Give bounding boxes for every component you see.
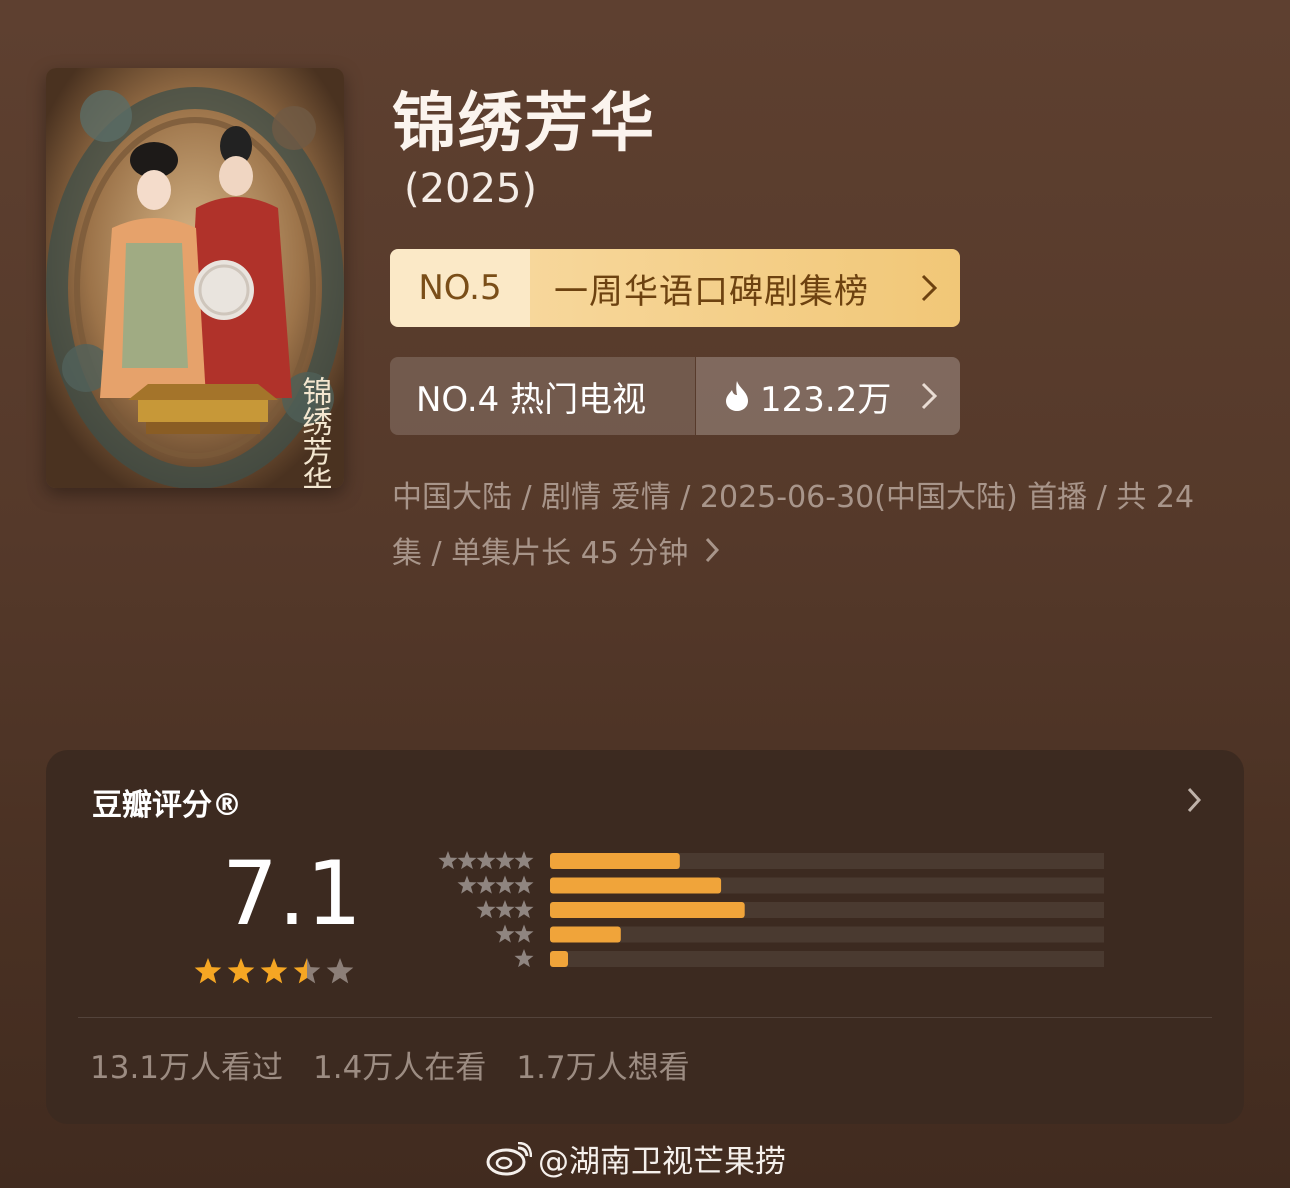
rating-row-5-star [438, 851, 1140, 870]
distribution-star-icon [495, 900, 515, 919]
hot-rank-label: NO.4 热门电视 [390, 357, 695, 435]
rating-title: 豆瓣评分® [92, 788, 242, 823]
rating-row-2-star [495, 924, 1140, 943]
distribution-star-icon [495, 851, 515, 870]
chevron-right-icon [920, 381, 938, 411]
divider [78, 1017, 1212, 1018]
audience-stats: 13.1万人看过 1.4万人在看 1.7万人想看 [90, 1042, 690, 1087]
watermark: @湖南卫视芒果捞 [486, 1136, 786, 1181]
weibo-logo-icon [486, 1141, 532, 1176]
rating-star-icon [260, 958, 288, 984]
distribution-star-icon [438, 851, 458, 870]
rating-row-1-star [514, 949, 1140, 968]
show-meta-info[interactable]: 中国大陆 / 剧情 爱情 / 2025-06-30(中国大陆) 首播 / 共 2… [392, 470, 1222, 583]
rating-star-icon [293, 958, 321, 984]
distribution-star-icon [514, 900, 534, 919]
distribution-bar [550, 902, 745, 918]
show-title: 锦绣芳华 [392, 87, 656, 161]
average-stars [194, 955, 364, 993]
distribution-star-icon [476, 851, 496, 870]
watermark-text: @湖南卫视芒果捞 [538, 1144, 786, 1180]
chevron-right-icon [920, 273, 938, 303]
rating-distribution [384, 850, 1140, 1004]
watching-count: 1.4万人在看 [313, 1050, 487, 1086]
distribution-bar [550, 951, 568, 967]
weekly-chart-rank-badge[interactable]: NO.5 一周华语口碑剧集榜 [390, 249, 960, 327]
want-count: 1.7万人想看 [516, 1050, 690, 1086]
distribution-star-icon [495, 875, 515, 894]
distribution-star-icon [476, 900, 496, 919]
watched-count: 13.1万人看过 [90, 1050, 284, 1086]
poster-title-text: 锦绣芳华 [297, 376, 333, 488]
distribution-star-icon [457, 875, 477, 894]
meta-text: 中国大陆 / 剧情 爱情 / 2025-06-30(中国大陆) 首播 / 共 2… [392, 480, 1195, 571]
distribution-bar-track [550, 926, 1140, 943]
rating-star-icon [194, 958, 222, 984]
distribution-bar [550, 853, 680, 869]
rating-row-4-star [457, 875, 1140, 894]
distribution-star-icon [495, 924, 515, 943]
poster-illustration: 锦绣芳华 [46, 68, 344, 488]
heat-value: 123.2万 [760, 379, 892, 420]
rank-number: NO.5 [390, 249, 530, 327]
chevron-right-icon[interactable] [1186, 786, 1202, 818]
poster-image[interactable]: 锦绣芳华 [46, 68, 344, 488]
rank-label: 一周华语口碑剧集榜 [554, 271, 869, 312]
distribution-bar [550, 877, 722, 894]
distribution-bar-track [550, 951, 1140, 967]
flame-icon [724, 380, 750, 412]
rating-row-3-star [476, 900, 1140, 919]
distribution-star-icon [514, 949, 534, 968]
distribution-star-icon [514, 924, 534, 943]
rating-star-icon [326, 958, 354, 984]
rating-star-icon [227, 958, 255, 984]
distribution-star-icon [514, 851, 534, 870]
distribution-star-icon [457, 851, 477, 870]
distribution-bar [550, 926, 621, 943]
distribution-star-icon [514, 875, 534, 894]
rating-score: 7.1 [222, 842, 362, 945]
show-year: (2025) [404, 166, 538, 212]
hot-tv-rank-badge[interactable]: NO.4 热门电视 123.2万 [390, 357, 960, 435]
distribution-star-icon [476, 875, 496, 894]
douban-rating-panel[interactable]: 豆瓣评分® 7.1 13.1万人看过 1.4万人在看 1.7万人想看 [46, 750, 1244, 1124]
chevron-right-icon [704, 527, 720, 583]
